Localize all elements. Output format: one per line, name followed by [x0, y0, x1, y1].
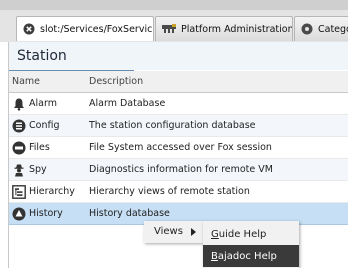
row-description: Diagnostics information for remote VM: [89, 164, 273, 175]
submenu-arrow-icon: [191, 228, 196, 236]
table-header: Name Description: [9, 71, 348, 93]
tab-foxservice[interactable]: slot:/Services/FoxService: [16, 16, 154, 41]
views-submenu: Guide Help Bajadoc Help: [203, 221, 299, 268]
row-name: Spy: [29, 164, 47, 175]
table-row[interactable]: Alarm Alarm Database: [9, 93, 348, 115]
close-circle-icon[interactable]: [23, 23, 35, 35]
row-name: Config: [29, 120, 60, 131]
table-row[interactable]: Files File System accessed over Fox sess…: [9, 137, 348, 159]
context-menu: Views: [144, 221, 203, 243]
menu-item-label: uide Help: [218, 228, 267, 240]
bell-icon: [12, 97, 26, 111]
table-row[interactable]: Config The station configuration databas…: [9, 115, 348, 137]
spy-icon: [12, 163, 26, 177]
tab-label: Catego: [318, 23, 348, 35]
row-name: Alarm: [29, 98, 57, 109]
row-description: Hierarchy views of remote station: [89, 186, 250, 197]
page-title: Station: [9, 42, 348, 70]
tab-bar: slot:/Services/FoxService Platform Admin…: [0, 10, 348, 42]
menu-item-label: ajadoc Help: [217, 250, 277, 262]
row-name: Files: [29, 142, 50, 153]
row-description: Alarm Database: [89, 98, 166, 109]
row-name: Hierarchy: [29, 186, 75, 197]
table-row[interactable]: Spy Diagnostics information for remote V…: [9, 159, 348, 181]
table-row[interactable]: Hierarchy Hierarchy views of remote stat…: [9, 181, 348, 203]
mnemonic: G: [211, 228, 219, 240]
tab-label: slot:/Services/FoxService: [40, 23, 154, 35]
row-description: History database: [89, 208, 170, 219]
column-header-description[interactable]: Description: [89, 76, 143, 87]
hierarchy-icon: [12, 185, 26, 199]
platform-admin-icon: [162, 24, 176, 34]
top-bar: [0, 0, 348, 10]
tab-label: Platform Administration: [181, 23, 293, 35]
history-db-icon: [12, 207, 26, 221]
database-icon: [12, 119, 26, 133]
tab-platform-administration[interactable]: Platform Administration: [155, 16, 293, 41]
menu-item-bajadoc-help[interactable]: Bajadoc Help: [203, 245, 299, 267]
column-header-name[interactable]: Name: [12, 76, 40, 87]
menu-item-views[interactable]: Views: [154, 226, 183, 237]
category-icon: [301, 23, 313, 35]
menu-item-guide-help[interactable]: Guide Help: [203, 223, 299, 245]
mnemonic: B: [211, 250, 218, 262]
row-description: The station configuration database: [89, 120, 256, 131]
drive-icon: [12, 141, 26, 155]
row-description: File System accessed over Fox session: [89, 142, 272, 153]
tab-category[interactable]: Catego: [294, 16, 348, 41]
row-name: History: [29, 208, 63, 219]
